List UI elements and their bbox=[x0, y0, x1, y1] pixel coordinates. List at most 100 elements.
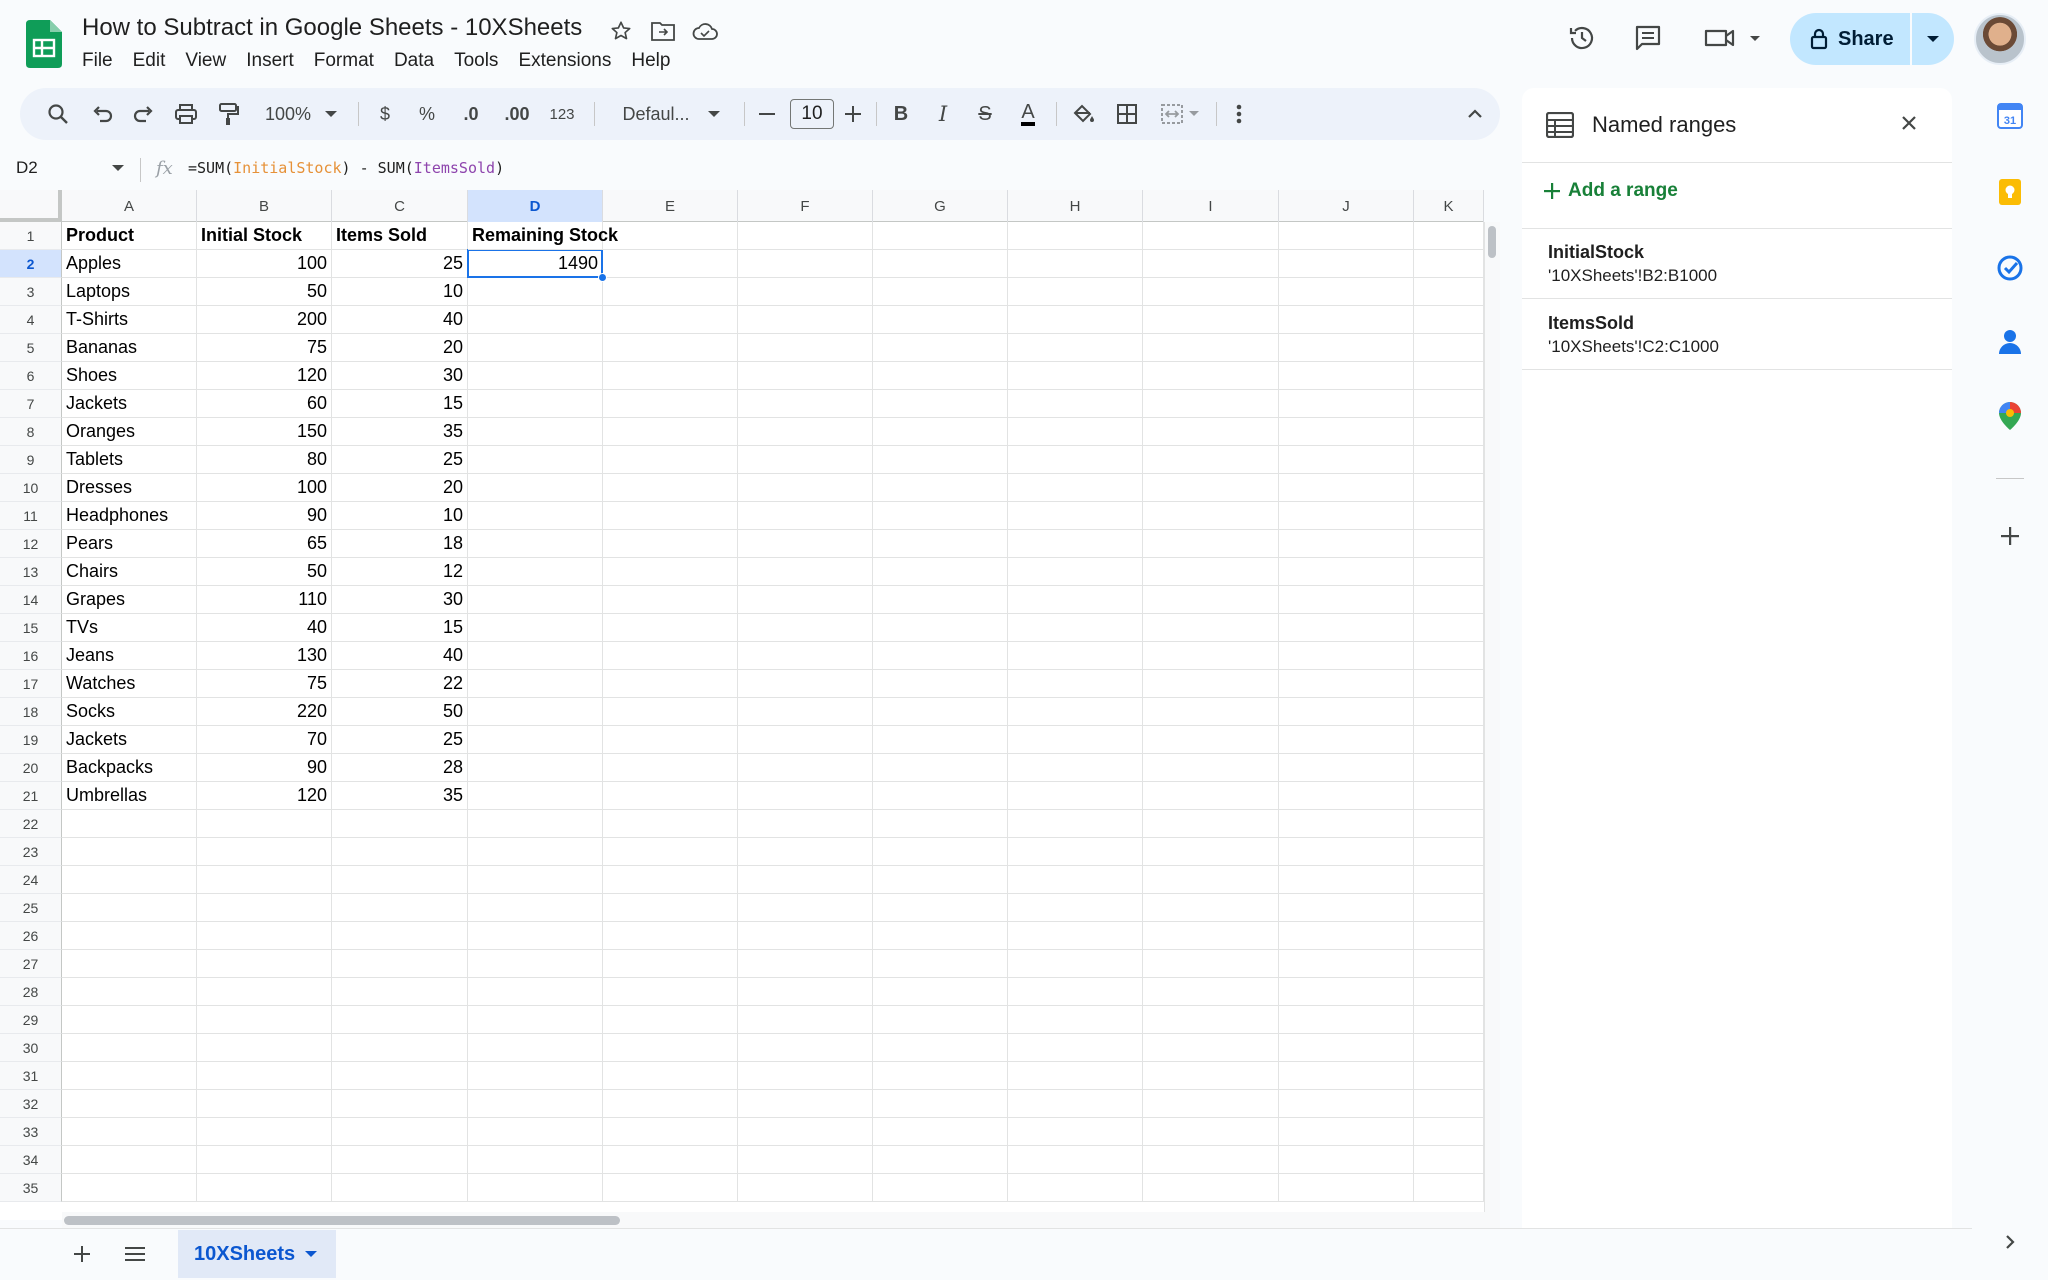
product-cell[interactable]: Jackets bbox=[62, 726, 197, 754]
grid-cell[interactable] bbox=[197, 1062, 332, 1090]
tasks-icon[interactable] bbox=[1992, 250, 2028, 286]
grid-cell[interactable] bbox=[603, 1006, 738, 1034]
grid-cell[interactable] bbox=[1143, 698, 1279, 726]
grid-cell[interactable] bbox=[603, 1090, 738, 1118]
grid-cell[interactable] bbox=[603, 558, 738, 586]
grid-cell[interactable] bbox=[1279, 922, 1414, 950]
product-cell[interactable]: TVs bbox=[62, 614, 197, 642]
grid-cell[interactable] bbox=[332, 1146, 468, 1174]
share-button[interactable]: Share bbox=[1790, 13, 1954, 65]
horizontal-scroll-thumb[interactable] bbox=[64, 1216, 620, 1225]
grid-cell[interactable] bbox=[873, 642, 1008, 670]
row-header-19[interactable]: 19 bbox=[0, 726, 62, 754]
grid-cell[interactable] bbox=[873, 278, 1008, 306]
initial-stock-cell[interactable]: 65 bbox=[197, 530, 332, 558]
grid-cell[interactable] bbox=[468, 362, 603, 390]
column-header-b[interactable]: B bbox=[197, 190, 332, 222]
grid-cell[interactable] bbox=[197, 838, 332, 866]
grid-cell[interactable] bbox=[873, 922, 1008, 950]
grid-cell[interactable] bbox=[738, 726, 873, 754]
grid-cell[interactable] bbox=[1008, 1034, 1143, 1062]
grid-cell[interactable] bbox=[1279, 642, 1414, 670]
row-header-6[interactable]: 6 bbox=[0, 362, 62, 390]
grid-cell[interactable] bbox=[1008, 1118, 1143, 1146]
grid-cell[interactable] bbox=[1008, 810, 1143, 838]
grid-cell[interactable] bbox=[468, 1174, 603, 1202]
initial-stock-cell[interactable]: 100 bbox=[197, 250, 332, 278]
grid-cell[interactable] bbox=[1143, 894, 1279, 922]
grid-cell[interactable] bbox=[468, 894, 603, 922]
column-header-i[interactable]: I bbox=[1143, 190, 1279, 222]
grid-cell[interactable] bbox=[1143, 950, 1279, 978]
grid-cell[interactable] bbox=[1414, 1146, 1484, 1174]
grid-cell[interactable] bbox=[873, 530, 1008, 558]
document-title[interactable]: How to Subtract in Google Sheets - 10XSh… bbox=[82, 14, 582, 42]
grid-cell[interactable] bbox=[1279, 1174, 1414, 1202]
grid-cell[interactable] bbox=[603, 390, 738, 418]
column-header-f[interactable]: F bbox=[738, 190, 873, 222]
grid-cell[interactable] bbox=[62, 810, 197, 838]
sheet-tab-10xsheets[interactable]: 10XSheets bbox=[178, 1230, 336, 1278]
fill-handle[interactable] bbox=[598, 273, 607, 282]
items-sold-cell[interactable]: 40 bbox=[332, 306, 468, 334]
grid-cell[interactable] bbox=[1143, 558, 1279, 586]
grid-cell[interactable] bbox=[332, 950, 468, 978]
grid-cell[interactable] bbox=[332, 1090, 468, 1118]
grid-cell[interactable] bbox=[1008, 1062, 1143, 1090]
column-header-e[interactable]: E bbox=[603, 190, 738, 222]
items-sold-cell[interactable]: 22 bbox=[332, 670, 468, 698]
grid-cell[interactable] bbox=[1279, 726, 1414, 754]
meet-video-icon[interactable] bbox=[1700, 18, 1764, 58]
grid-cell[interactable] bbox=[1414, 586, 1484, 614]
grid-cell[interactable] bbox=[738, 894, 873, 922]
grid-cell[interactable] bbox=[1008, 362, 1143, 390]
font-family-select[interactable]: Defaul... bbox=[606, 88, 736, 140]
grid-cell[interactable] bbox=[738, 474, 873, 502]
grid-cell[interactable] bbox=[1143, 502, 1279, 530]
grid-cell[interactable] bbox=[603, 1118, 738, 1146]
row-header-13[interactable]: 13 bbox=[0, 558, 62, 586]
grid-cell[interactable] bbox=[873, 418, 1008, 446]
grid-cell[interactable] bbox=[197, 810, 332, 838]
grid-cell[interactable] bbox=[1008, 222, 1143, 250]
menu-format[interactable]: Format bbox=[304, 48, 384, 74]
named-range-item[interactable]: ItemsSold '10XSheets'!C2:C1000 bbox=[1522, 301, 1952, 371]
grid-cell[interactable] bbox=[1143, 866, 1279, 894]
column-header-g[interactable]: G bbox=[873, 190, 1008, 222]
grid-cell[interactable] bbox=[1414, 922, 1484, 950]
decrease-decimal-button[interactable]: .0 bbox=[454, 88, 488, 140]
grid-cell[interactable] bbox=[603, 1062, 738, 1090]
grid-cell[interactable] bbox=[197, 978, 332, 1006]
grid-cell[interactable] bbox=[1414, 810, 1484, 838]
grid-cell[interactable] bbox=[62, 1062, 197, 1090]
grid-cell[interactable] bbox=[1414, 698, 1484, 726]
grid-cell[interactable] bbox=[603, 782, 738, 810]
grid-cell[interactable] bbox=[603, 866, 738, 894]
grid-cell[interactable] bbox=[1008, 726, 1143, 754]
row-header-23[interactable]: 23 bbox=[0, 838, 62, 866]
grid-cell[interactable] bbox=[738, 418, 873, 446]
select-all-corner[interactable] bbox=[0, 190, 62, 222]
grid-cell[interactable] bbox=[603, 698, 738, 726]
grid-cell[interactable] bbox=[738, 1090, 873, 1118]
row-header-15[interactable]: 15 bbox=[0, 614, 62, 642]
grid-cell[interactable] bbox=[197, 922, 332, 950]
items-sold-cell[interactable]: 30 bbox=[332, 362, 468, 390]
grid-cell[interactable] bbox=[1279, 474, 1414, 502]
grid-cell[interactable] bbox=[468, 614, 603, 642]
grid-cell[interactable] bbox=[1143, 1146, 1279, 1174]
product-cell[interactable]: Socks bbox=[62, 698, 197, 726]
grid-cell[interactable] bbox=[468, 306, 603, 334]
product-cell[interactable]: Pears bbox=[62, 530, 197, 558]
items-sold-cell[interactable]: 20 bbox=[332, 334, 468, 362]
row-header-29[interactable]: 29 bbox=[0, 1006, 62, 1034]
undo-icon[interactable] bbox=[84, 88, 120, 140]
grid-cell[interactable] bbox=[468, 334, 603, 362]
grid-cell[interactable] bbox=[332, 810, 468, 838]
items-sold-cell[interactable]: 12 bbox=[332, 558, 468, 586]
grid-cell[interactable] bbox=[1279, 222, 1414, 250]
grid-cell[interactable] bbox=[1143, 614, 1279, 642]
items-sold-cell[interactable]: 25 bbox=[332, 446, 468, 474]
grid-cell[interactable] bbox=[1279, 782, 1414, 810]
initial-stock-cell[interactable]: 80 bbox=[197, 446, 332, 474]
